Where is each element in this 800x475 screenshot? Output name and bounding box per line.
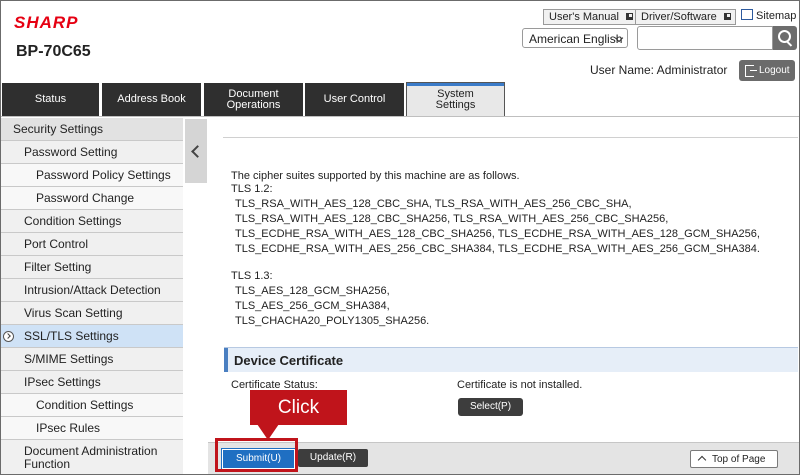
language-select[interactable]: American English — [522, 28, 628, 48]
driver-software-button[interactable]: Driver/Software — [635, 9, 736, 25]
sidebar-collapse-button[interactable] — [185, 119, 207, 183]
users-manual-label: User's Manual — [549, 11, 619, 23]
tls12-line: TLS_RSA_WITH_AES_128_CBC_SHA, TLS_RSA_WI… — [235, 198, 632, 210]
divider — [223, 137, 798, 138]
logout-icon — [745, 65, 757, 77]
tab-status[interactable]: Status — [2, 83, 99, 116]
tls13-label: TLS 1.3: — [231, 270, 273, 282]
sidebar-item-smime-settings[interactable]: S/MIME Settings — [1, 348, 183, 371]
tls13-line: TLS_AES_128_GCM_SHA256, — [235, 285, 390, 297]
tls13-line: TLS_AES_256_GCM_SHA384, — [235, 300, 390, 312]
driver-software-label: Driver/Software — [641, 11, 717, 23]
users-manual-button[interactable]: User's Manual — [543, 9, 638, 25]
user-name: User Name: Administrator — [590, 63, 728, 77]
tab-document-operations[interactable]: Document Operations — [204, 83, 303, 116]
top-of-page-label: Top of Page — [712, 454, 766, 465]
sidebar-item-security-settings[interactable]: Security Settings — [1, 118, 183, 141]
submit-highlight-box — [215, 438, 298, 472]
external-link-icon — [625, 13, 633, 20]
sidebar-item-intrusion-attack-detection[interactable]: Intrusion/Attack Detection — [1, 279, 183, 302]
model-name: BP-70C65 — [16, 43, 91, 60]
search-input[interactable] — [637, 26, 773, 50]
language-select-value: American English — [529, 32, 623, 46]
search-icon — [778, 30, 791, 43]
sidebar-item-condition-settings[interactable]: Condition Settings — [1, 210, 183, 233]
chevron-left-icon — [191, 145, 204, 158]
sidebar-item-ipsec-settings[interactable]: IPsec Settings — [1, 371, 183, 394]
certificate-status-value: Certificate is not installed. — [457, 379, 583, 391]
top-of-page-button[interactable]: Top of Page — [690, 450, 778, 468]
external-link-icon — [723, 13, 731, 20]
sidebar-item-ipsec-rules[interactable]: IPsec Rules — [1, 417, 183, 440]
cipher-intro-text: The cipher suites supported by this mach… — [231, 170, 520, 182]
sidebar: Security Settings Password Setting Passw… — [1, 117, 184, 474]
logout-button[interactable]: Logout — [739, 60, 795, 81]
sidebar-item-virus-scan-setting[interactable]: Virus Scan Setting — [1, 302, 183, 325]
logout-label: Logout — [759, 65, 790, 76]
select-button[interactable]: Select(P) — [458, 398, 523, 416]
sidebar-item-port-control[interactable]: Port Control — [1, 233, 183, 256]
sitemap-label: Sitemap — [756, 10, 797, 22]
app-window: SHARP BP-70C65 User's Manual Driver/Soft… — [0, 0, 800, 475]
sidebar-item-document-administration[interactable]: Document Administration Function — [1, 440, 183, 474]
sidebar-item-ssl-tls-settings[interactable]: SSL/TLS Settings — [1, 325, 183, 348]
sidebar-item-password-policy-settings[interactable]: Password Policy Settings — [1, 164, 183, 187]
tls12-line: TLS_RSA_WITH_AES_128_CBC_SHA256, TLS_RSA… — [235, 213, 669, 225]
tab-address-book[interactable]: Address Book — [102, 83, 201, 116]
selected-indicator-icon — [3, 331, 14, 342]
sharp-logo: SHARP — [14, 13, 79, 32]
section-title: Device Certificate — [234, 353, 344, 368]
sidebar-item-filter-setting[interactable]: Filter Setting — [1, 256, 183, 279]
tls12-line: TLS_ECDHE_RSA_WITH_AES_128_CBC_SHA256, T… — [235, 228, 760, 240]
tls13-line: TLS_CHACHA20_POLY1305_SHA256. — [235, 315, 430, 327]
sidebar-item-password-setting[interactable]: Password Setting — [1, 141, 183, 164]
sitemap-link[interactable]: Sitemap — [741, 9, 796, 22]
device-certificate-header: Device Certificate — [224, 347, 798, 372]
sidebar-item-ipsec-condition-settings[interactable]: Condition Settings — [1, 394, 183, 417]
update-button[interactable]: Update(R) — [298, 449, 368, 467]
chevron-up-icon — [697, 455, 707, 465]
main-tabs: Status Address Book Document Operations … — [1, 82, 799, 117]
tls12-label: TLS 1.2: — [231, 183, 273, 195]
click-callout: Click — [250, 390, 347, 425]
tab-user-control[interactable]: User Control — [305, 83, 404, 116]
sidebar-item-password-change[interactable]: Password Change — [1, 187, 183, 210]
sitemap-icon — [741, 9, 753, 20]
tls12-line: TLS_ECDHE_RSA_WITH_AES_256_CBC_SHA384, T… — [235, 243, 760, 255]
search-button[interactable] — [773, 26, 797, 50]
tab-system-settings[interactable]: System Settings — [406, 82, 505, 116]
